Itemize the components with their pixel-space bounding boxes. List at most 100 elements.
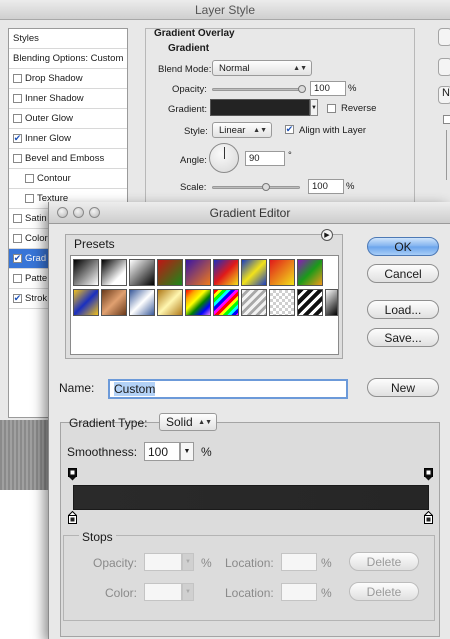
stop-color-location-label: Location:: [225, 586, 274, 600]
ok-button-partial[interactable]: [438, 28, 450, 46]
align-checkbox[interactable]: ✔: [285, 125, 294, 134]
opacity-slider-knob[interactable]: [298, 85, 306, 93]
checkbox[interactable]: [25, 174, 34, 183]
layer-style-titlebar[interactable]: Layer Style: [0, 0, 450, 20]
stop-color-swatch[interactable]: [144, 583, 182, 601]
gradient-type-value: Solid: [166, 415, 193, 429]
gradient-bar[interactable]: [73, 485, 429, 510]
style-select[interactable]: Linear ▲▼: [212, 122, 272, 138]
style-item-drop-shadow[interactable]: Drop Shadow: [9, 69, 127, 89]
preset-swatch[interactable]: [101, 259, 127, 286]
preset-swatch[interactable]: [73, 259, 99, 286]
color-stop-left[interactable]: [67, 510, 78, 524]
stop-color-label: Color:: [105, 586, 138, 600]
presets-menu-icon[interactable]: ▶: [321, 229, 333, 241]
blending-options-item[interactable]: Blending Options: Custom: [9, 49, 127, 69]
save-button[interactable]: Save...: [367, 328, 439, 347]
blend-mode-value: Normal: [219, 62, 250, 74]
style-item-label: Strok: [25, 293, 48, 304]
style-item-label: Satin: [25, 213, 47, 224]
style-item-inner-shadow[interactable]: Inner Shadow: [9, 89, 127, 109]
preset-swatch[interactable]: [157, 259, 183, 286]
angle-field[interactable]: 90: [245, 151, 285, 166]
reverse-checkbox[interactable]: [327, 104, 336, 113]
style-item-label: Contour: [37, 173, 71, 184]
preset-swatch[interactable]: [269, 289, 295, 316]
preset-swatch[interactable]: [73, 289, 99, 316]
chevron-down-icon[interactable]: ▼: [182, 583, 194, 601]
angle-dial-needle: [224, 147, 225, 159]
delete-opacity-stop-button[interactable]: Delete: [349, 552, 419, 571]
percent-sign: %: [346, 181, 355, 192]
style-item-inner-glow[interactable]: ✔ Inner Glow: [9, 129, 127, 149]
preset-swatch[interactable]: [185, 259, 211, 286]
canvas-background: [0, 420, 48, 490]
scale-slider[interactable]: [212, 186, 300, 189]
chevron-down-icon[interactable]: ▼: [182, 553, 194, 571]
angle-label: Angle:: [180, 155, 207, 166]
stop-opacity-location-field[interactable]: [281, 553, 317, 571]
stop-opacity-field[interactable]: [144, 553, 182, 571]
gradient-type-select[interactable]: Solid ▲▼: [159, 413, 217, 431]
style-item-bevel-emboss[interactable]: Bevel and Emboss: [9, 149, 127, 169]
scale-field[interactable]: 100: [308, 179, 344, 194]
checkbox-checked[interactable]: ✔: [13, 134, 22, 143]
checkbox[interactable]: [13, 274, 22, 283]
preset-swatch[interactable]: [297, 259, 323, 286]
preset-swatch[interactable]: [241, 259, 267, 286]
checkbox[interactable]: [13, 154, 22, 163]
color-stop-right[interactable]: [423, 510, 434, 524]
gradient-preview[interactable]: [210, 99, 310, 116]
preset-swatch[interactable]: [157, 289, 183, 316]
stops-group: [63, 535, 435, 621]
ok-button[interactable]: OK: [367, 237, 439, 256]
preview-checkbox[interactable]: [443, 115, 450, 124]
scale-label: Scale:: [180, 182, 207, 193]
new-button[interactable]: New: [367, 378, 439, 397]
cancel-button-partial[interactable]: [438, 58, 450, 76]
preset-swatch[interactable]: [213, 289, 239, 316]
presets-grid: [70, 255, 339, 355]
preset-swatch[interactable]: [129, 289, 155, 316]
stop-color-location-field[interactable]: [281, 583, 317, 601]
angle-dial[interactable]: [209, 143, 239, 173]
opacity-stop-left[interactable]: [68, 468, 77, 481]
cancel-button[interactable]: Cancel: [367, 264, 439, 283]
smoothness-field[interactable]: 100: [144, 442, 180, 461]
load-button[interactable]: Load...: [367, 300, 439, 319]
checkbox[interactable]: [13, 114, 22, 123]
blend-mode-select[interactable]: Normal ▲▼: [212, 60, 312, 76]
checkbox[interactable]: [13, 214, 22, 223]
style-item-contour[interactable]: Contour: [9, 169, 127, 189]
scale-slider-knob[interactable]: [262, 183, 270, 191]
chevron-down-icon[interactable]: ▼: [310, 99, 318, 116]
style-item-outer-glow[interactable]: Outer Glow: [9, 109, 127, 129]
percent-sign: %: [201, 556, 212, 570]
preset-swatch[interactable]: [129, 259, 155, 286]
style-item-label: Inner Glow: [25, 133, 71, 144]
opacity-stop-right[interactable]: [424, 468, 433, 481]
new-style-button-partial[interactable]: N: [438, 86, 450, 104]
preset-swatch[interactable]: [101, 289, 127, 316]
preset-swatch[interactable]: [297, 289, 323, 316]
preset-swatch[interactable]: [241, 289, 267, 316]
opacity-field[interactable]: 100: [310, 81, 346, 96]
opacity-slider[interactable]: [212, 88, 304, 91]
preset-swatch[interactable]: [213, 259, 239, 286]
checkbox[interactable]: [13, 234, 22, 243]
gradient-editor-titlebar[interactable]: Gradient Editor: [49, 202, 450, 224]
preset-swatch[interactable]: [325, 289, 338, 316]
delete-color-stop-button[interactable]: Delete: [349, 582, 419, 601]
name-input[interactable]: Custom: [108, 379, 348, 399]
styles-header[interactable]: Styles: [9, 29, 127, 49]
preset-swatch[interactable]: [269, 259, 295, 286]
checkbox-checked[interactable]: ✔: [13, 294, 22, 303]
checkbox-checked[interactable]: ✔: [13, 254, 22, 263]
percent-sign: %: [321, 586, 332, 600]
checkbox[interactable]: [13, 74, 22, 83]
checkbox[interactable]: [13, 94, 22, 103]
checkbox[interactable]: [25, 194, 34, 203]
style-value: Linear: [219, 124, 246, 136]
chevron-down-icon[interactable]: ▼: [180, 442, 194, 461]
preset-swatch[interactable]: [185, 289, 211, 316]
